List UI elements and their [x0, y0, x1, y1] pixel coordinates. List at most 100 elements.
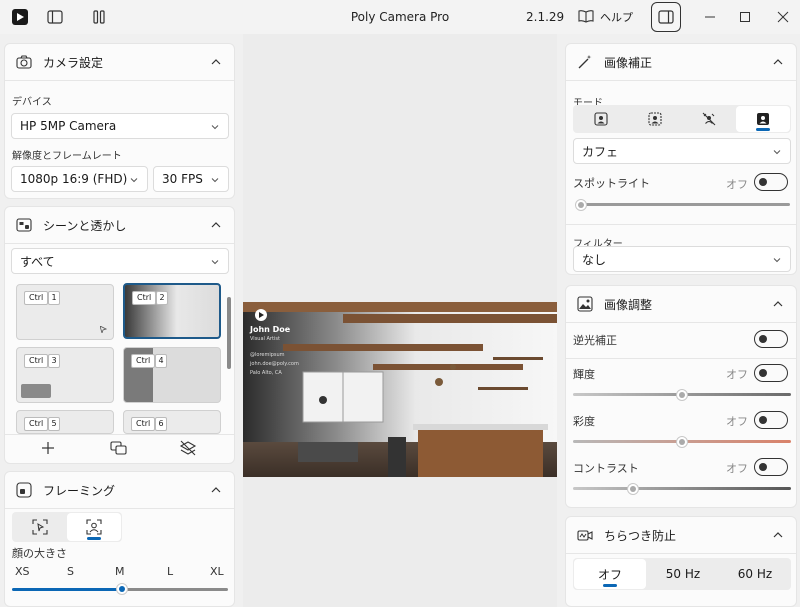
scene-filter-select[interactable]: すべて — [11, 248, 229, 274]
scenes-title: シーンと透かし — [43, 218, 127, 233]
divider — [5, 508, 234, 509]
scenes-scrollbar[interactable] — [227, 297, 231, 369]
preview-area: John Doe Visual Artist @loremipsum john.… — [243, 34, 557, 607]
background-blur-icon — [647, 112, 662, 126]
close-button[interactable] — [771, 5, 795, 29]
resolution-select[interactable]: 1080p 16:9 (FHD) — [11, 166, 148, 192]
image-adjust-title: 画像調整 — [604, 297, 653, 312]
image-correction-card: 画像補正 モード カフェ スポットライト オフ フィルター なし — [565, 43, 797, 275]
face-size-label: 顔の大きさ — [12, 547, 67, 560]
contrast-slider-thumb[interactable] — [627, 483, 639, 495]
camera-settings-card: カメラ設定 デバイス HP 5MP Camera 解像度とフレームレート 108… — [4, 43, 235, 199]
mode-portrait-button[interactable] — [574, 106, 627, 132]
chevron-up-icon — [773, 59, 783, 65]
scenes-header[interactable]: シーンと透かし — [5, 207, 234, 243]
divider — [566, 80, 796, 81]
background-preset-select[interactable]: カフェ — [573, 138, 791, 164]
backlight-toggle[interactable] — [754, 330, 788, 348]
chevron-down-icon — [211, 260, 219, 265]
image-correction-header[interactable]: 画像補正 — [566, 44, 796, 80]
framing-icon — [15, 481, 33, 499]
scene-tile-3[interactable]: Ctrl 3 — [16, 347, 114, 403]
spotlight-state: オフ — [726, 178, 748, 191]
camera-settings-title: カメラ設定 — [43, 55, 104, 70]
scene-tile-5[interactable]: Ctrl 5 — [16, 410, 114, 434]
resolution-label: 解像度とフレームレート — [12, 151, 122, 162]
brightness-slider-thumb[interactable] — [676, 389, 688, 401]
contrast-toggle[interactable] — [754, 458, 788, 476]
mode-background-button[interactable] — [736, 106, 790, 132]
help-label: ヘルプ — [600, 11, 633, 24]
flicker-off-label: オフ — [597, 567, 622, 582]
add-scene-button[interactable] — [40, 440, 56, 456]
left-panel: カメラ設定 デバイス HP 5MP Camera 解像度とフレームレート 108… — [0, 34, 243, 607]
contrast-label: コントラスト — [573, 462, 639, 475]
minimize-button[interactable] — [698, 5, 722, 29]
device-label: デバイス — [12, 97, 52, 108]
pause-icon[interactable] — [87, 5, 111, 29]
sidebar-toggle-icon[interactable] — [43, 5, 67, 29]
shortcut-ctrl: Ctrl — [132, 291, 157, 305]
scene-tile-1[interactable]: Ctrl 1 — [16, 284, 114, 340]
watermark-thumbnail — [21, 384, 51, 398]
right-panel: 画像補正 モード カフェ スポットライト オフ フィルター なし 画像調整 逆光… — [557, 34, 800, 607]
right-panel-icon — [658, 10, 674, 24]
help-button[interactable]: ヘルプ — [578, 6, 633, 28]
flicker-header[interactable]: ちらつき防止 — [566, 517, 796, 553]
overlay-name: John Doe — [250, 325, 291, 334]
shortcut-ctrl: Ctrl — [131, 417, 156, 431]
mode-blur-button[interactable] — [628, 106, 681, 132]
image-icon — [576, 295, 594, 313]
saturation-slider-thumb[interactable] — [676, 436, 688, 448]
scene-tile-4[interactable]: Ctrl 4 — [123, 347, 221, 403]
framing-header[interactable]: フレーミング — [5, 472, 234, 508]
image-adjust-header[interactable]: 画像調整 — [566, 286, 796, 322]
face-size-slider-thumb[interactable] — [116, 583, 128, 595]
scene-tile-6[interactable]: Ctrl 6 — [123, 410, 221, 434]
spotlight-slider-thumb[interactable] — [575, 199, 587, 211]
face-size-slider-fill — [12, 588, 122, 591]
size-xl: XL — [210, 565, 224, 578]
shortcut-number: 5 — [48, 417, 60, 431]
filter-value: なし — [582, 252, 607, 267]
mode-off-button[interactable] — [682, 106, 735, 132]
flicker-off-button[interactable]: オフ — [574, 559, 646, 589]
right-panel-toggle-button[interactable] — [651, 2, 681, 32]
brightness-toggle[interactable] — [754, 364, 788, 382]
face-size-slider-track — [122, 588, 228, 591]
selected-indicator — [603, 584, 617, 587]
minimize-icon — [705, 16, 715, 18]
camera-settings-header[interactable]: カメラ設定 — [5, 44, 234, 80]
chevron-down-icon — [773, 150, 781, 155]
spotlight-toggle[interactable] — [754, 173, 788, 191]
overlay-subtitle: Visual Artist — [250, 336, 280, 342]
scene-tile-2[interactable]: Ctrl 2 — [123, 283, 221, 339]
portrait-icon — [593, 112, 608, 126]
flicker-50hz-button[interactable]: 50 Hz — [647, 559, 719, 589]
saturation-toggle[interactable] — [754, 411, 788, 429]
framing-manual-button[interactable] — [13, 513, 67, 541]
hide-watermark-button[interactable] — [179, 440, 197, 456]
version-label: 2.1.29 — [526, 10, 565, 24]
shortcut-ctrl: Ctrl — [24, 417, 49, 431]
shortcut-number: 3 — [48, 354, 60, 368]
app-logo-icon — [8, 5, 32, 29]
manage-scenes-button[interactable] — [110, 440, 128, 456]
chevron-down-icon — [211, 178, 219, 183]
plus-icon — [42, 442, 54, 454]
device-select[interactable]: HP 5MP Camera — [11, 113, 229, 139]
fps-select[interactable]: 30 FPS — [153, 166, 229, 192]
device-value: HP 5MP Camera — [20, 119, 117, 133]
shortcut-number: 2 — [156, 291, 168, 305]
framing-auto-button[interactable] — [67, 513, 121, 541]
backlight-label: 逆光補正 — [573, 334, 617, 347]
hide-layers-icon — [179, 440, 197, 456]
flicker-title: ちらつき防止 — [604, 528, 677, 543]
divider — [566, 358, 796, 359]
filter-select[interactable]: なし — [573, 246, 791, 272]
maximize-button[interactable] — [733, 5, 757, 29]
flicker-60hz-button[interactable]: 60 Hz — [719, 559, 791, 589]
close-icon — [777, 11, 789, 23]
overlay-contact-2: john.doe@poly.com — [250, 361, 299, 367]
shortcut-number: 1 — [48, 291, 60, 305]
